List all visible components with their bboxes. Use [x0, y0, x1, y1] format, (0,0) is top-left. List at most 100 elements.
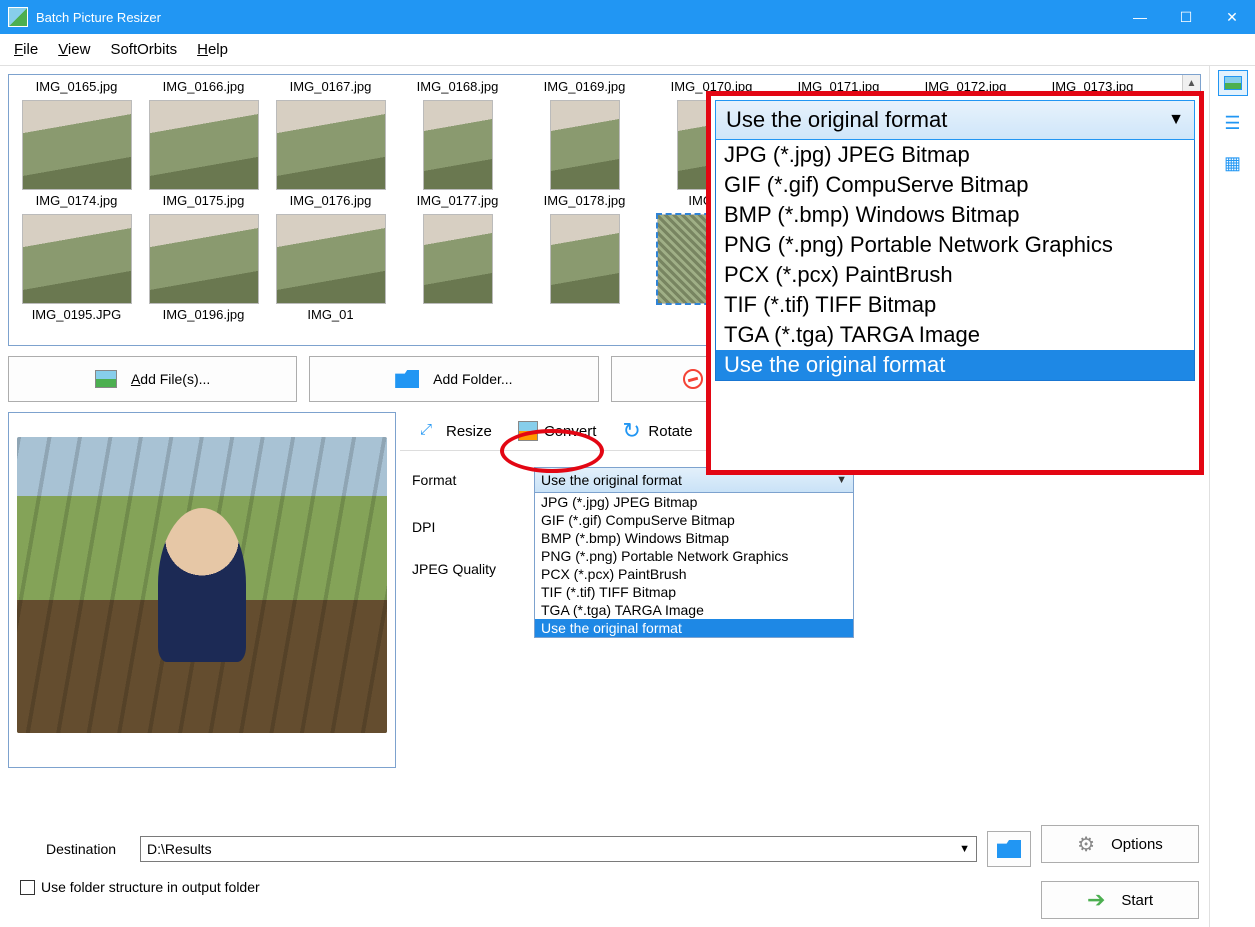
browse-destination-button[interactable] [987, 831, 1031, 867]
use-folder-structure-row: Use folder structure in output folder [8, 879, 1031, 895]
popup-format-list[interactable]: JPG (*.jpg) JPEG BitmapGIF (*.gif) Compu… [715, 140, 1195, 381]
preview-image [17, 437, 387, 733]
popup-format-option[interactable]: PNG (*.png) Portable Network Graphics [716, 230, 1194, 260]
thumbnail-item[interactable]: IMG_0178.jpg [522, 193, 647, 307]
annotation-popup: Use the original format ▼ JPG (*.jpg) JP… [706, 91, 1204, 475]
thumbnail-image [145, 211, 263, 307]
format-option[interactable]: TGA (*.tga) TARGA Image [535, 601, 853, 619]
thumbnail-filename: IMG_0174.jpg [36, 193, 118, 211]
destination-combo[interactable]: D:\Results ▼ [140, 836, 977, 862]
use-folder-structure-checkbox[interactable] [20, 880, 35, 895]
popup-format-option[interactable]: Use the original format [716, 350, 1194, 380]
folder-icon [997, 840, 1021, 858]
thumbnail-filename: IMG_0166.jpg [163, 79, 245, 97]
menu-help[interactable]: Help [187, 37, 238, 62]
folder-icon [395, 370, 419, 388]
thumbnail-filename: IMG_0178.jpg [544, 193, 626, 211]
menu-view[interactable]: View [48, 37, 100, 62]
thumbnail-filename: IMG_0195.JPG [32, 307, 122, 325]
start-label: Start [1121, 892, 1153, 909]
format-option[interactable]: PNG (*.png) Portable Network Graphics [535, 547, 853, 565]
format-combo-list[interactable]: JPG (*.jpg) JPEG BitmapGIF (*.gif) Compu… [534, 493, 854, 638]
view-thumbnails-button[interactable] [1218, 70, 1248, 96]
gear-icon: ⚙ [1077, 832, 1095, 857]
titlebar: Batch Picture Resizer — ☐ ✕ [0, 0, 1255, 34]
start-button[interactable]: ➔ Start [1041, 881, 1199, 919]
menubar: File View SoftOrbits Help [0, 34, 1255, 66]
popup-format-combo[interactable]: Use the original format ▼ [715, 100, 1195, 140]
thumbnail-filename: IMG_0168.jpg [417, 79, 499, 97]
thumbnail-item[interactable]: IMG_0195.JPG [14, 307, 139, 325]
thumbnail-filename: IMG_01 [307, 307, 353, 325]
thumbnail-item[interactable]: IMG_0167.jpg [268, 79, 393, 193]
tab-convert[interactable]: Convert [506, 415, 609, 447]
destination-label: Destination [8, 841, 130, 857]
thumbnail-item[interactable]: IMG_0168.jpg [395, 79, 520, 193]
list-icon: ☰ [1224, 113, 1240, 134]
add-folder-button[interactable]: Add Folder... [309, 356, 598, 402]
thumbnails-icon [1224, 76, 1242, 90]
use-folder-structure-label: Use folder structure in output folder [41, 879, 260, 895]
format-option[interactable]: JPG (*.jpg) JPEG Bitmap [535, 493, 853, 511]
add-folder-label: Add Folder... [433, 371, 512, 387]
view-details-button[interactable]: ▦ [1218, 150, 1248, 176]
format-option[interactable]: GIF (*.gif) CompuServe Bitmap [535, 511, 853, 529]
tab-resize[interactable]: ⤢ Resize [408, 415, 504, 447]
chevron-down-icon: ▼ [836, 474, 847, 486]
destination-value: D:\Results [147, 841, 212, 857]
tab-convert-label: Convert [544, 423, 597, 440]
window-title: Batch Picture Resizer [36, 10, 1117, 25]
menu-softorbits[interactable]: SoftOrbits [100, 37, 187, 62]
thumbnail-filename: IMG_0177.jpg [417, 193, 499, 211]
thumbnail-filename: IMG_0175.jpg [163, 193, 245, 211]
tab-rotate[interactable]: ↻ Rotate [610, 415, 704, 447]
thumbnail-image [526, 97, 644, 193]
thumbnail-filename: IMG_0167.jpg [290, 79, 372, 97]
chevron-down-icon: ▼ [959, 843, 970, 855]
dpi-label: DPI [412, 519, 534, 535]
thumbnail-image [272, 211, 390, 307]
preview-pane [8, 412, 396, 768]
close-button[interactable]: ✕ [1209, 0, 1255, 34]
jpeg-quality-label: JPEG Quality [412, 561, 534, 577]
app-icon [8, 7, 28, 27]
rotate-icon: ↻ [622, 421, 642, 441]
thumbnail-item[interactable]: IMG_0196.jpg [141, 307, 266, 325]
format-option[interactable]: PCX (*.pcx) PaintBrush [535, 565, 853, 583]
thumbnail-item[interactable]: IMG_01 [268, 307, 393, 325]
format-option[interactable]: Use the original format [535, 619, 853, 637]
thumbnail-item[interactable]: IMG_0165.jpg [14, 79, 139, 193]
popup-format-option[interactable]: BMP (*.bmp) Windows Bitmap [716, 200, 1194, 230]
thumbnail-image [18, 97, 136, 193]
start-arrow-icon: ➔ [1087, 887, 1105, 913]
format-combo-value: Use the original format [541, 472, 682, 488]
thumbnail-item[interactable]: IMG_0174.jpg [14, 193, 139, 307]
destination-row: Destination D:\Results ▼ [8, 825, 1031, 875]
popup-format-option[interactable]: TGA (*.tga) TARGA Image [716, 320, 1194, 350]
thumbnail-item[interactable]: IMG_0166.jpg [141, 79, 266, 193]
options-button[interactable]: ⚙ Options [1041, 825, 1199, 863]
view-list-button[interactable]: ☰ [1218, 110, 1248, 136]
thumbnail-item[interactable]: IMG_0169.jpg [522, 79, 647, 193]
popup-format-option[interactable]: TIF (*.tif) TIFF Bitmap [716, 290, 1194, 320]
tab-rotate-label: Rotate [648, 423, 692, 440]
format-option[interactable]: TIF (*.tif) TIFF Bitmap [535, 583, 853, 601]
format-option[interactable]: BMP (*.bmp) Windows Bitmap [535, 529, 853, 547]
minimize-button[interactable]: — [1117, 0, 1163, 34]
popup-format-option[interactable]: PCX (*.pcx) PaintBrush [716, 260, 1194, 290]
add-files-button[interactable]: Add File(s)... [8, 356, 297, 402]
thumbnail-filename: IMG_0165.jpg [36, 79, 118, 97]
popup-format-option[interactable]: JPG (*.jpg) JPEG Bitmap [716, 140, 1194, 170]
maximize-button[interactable]: ☐ [1163, 0, 1209, 34]
thumbnail-filename: IMG_0169.jpg [544, 79, 626, 97]
thumbnail-filename: IMG_0196.jpg [163, 307, 245, 325]
thumbnail-item[interactable]: IMG_0175.jpg [141, 193, 266, 307]
thumbnail-image [399, 211, 517, 307]
thumbnail-item[interactable]: IMG_0176.jpg [268, 193, 393, 307]
options-label: Options [1111, 836, 1163, 853]
details-icon: ▦ [1224, 153, 1241, 174]
popup-format-option[interactable]: GIF (*.gif) CompuServe Bitmap [716, 170, 1194, 200]
menu-file[interactable]: File [4, 37, 48, 62]
popup-combo-value: Use the original format [726, 107, 947, 133]
thumbnail-item[interactable]: IMG_0177.jpg [395, 193, 520, 307]
